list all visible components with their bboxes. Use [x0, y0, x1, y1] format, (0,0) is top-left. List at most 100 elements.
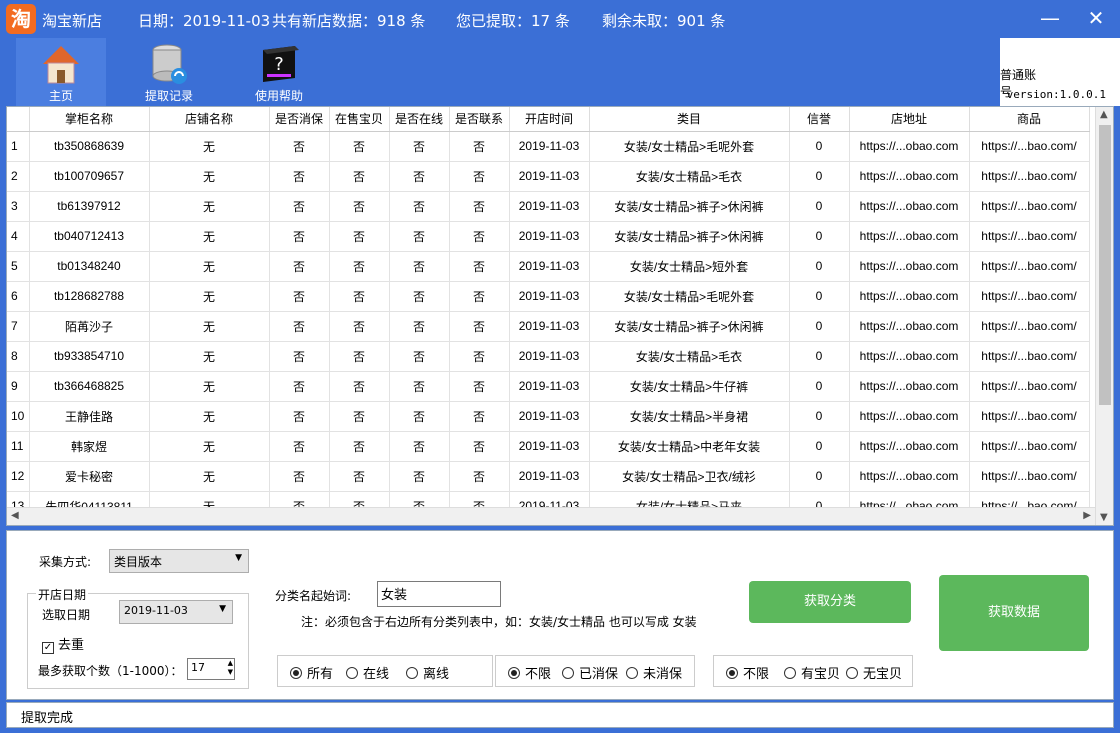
home-button[interactable]: 主页 [16, 38, 106, 106]
table-cell: 0 [789, 431, 850, 462]
radio-no-items[interactable]: 无宝贝 [846, 663, 902, 682]
table-cell: 0 [789, 281, 850, 312]
check-icon: ✓ [42, 642, 54, 654]
table-row[interactable]: 8 tb933854710 无否否否否 2019-11-03 女装/女士精品>毛衣 0 ht… [7, 341, 1090, 372]
radio-items-any[interactable]: 不限 [726, 663, 769, 682]
data-grid[interactable]: 掌柜名称 店铺名称 是否消保 在售宝贝 是否在线 是否联系 开店时间 类目 信誉 店地址 商品 1t… [6, 106, 1114, 526]
dedupe-checkbox[interactable]: ✓ 去重 [42, 634, 84, 654]
table-cell: 9 [7, 371, 30, 402]
radio-guaranteed[interactable]: 已消保 [562, 663, 618, 682]
vertical-scrollbar[interactable]: ▲ ▼ [1095, 107, 1113, 525]
table-row[interactable]: 1 tb350868639 无否否否否 2019-11-03 女装/女士精品>毛呢外套 0… [7, 131, 1090, 162]
table-cell: https://...bao.com/ [969, 191, 1090, 222]
table-cell: tb128682788 [29, 281, 150, 312]
home-label: 主页 [48, 89, 73, 103]
radio-selected-icon [508, 667, 520, 679]
radio-all[interactable]: 所有 [290, 663, 333, 682]
history-label: 提取记录 [144, 89, 193, 103]
date-picker[interactable]: 2019-11-03 ▼ [119, 600, 233, 624]
column-header[interactable]: 在售宝贝 [329, 107, 390, 132]
table-cell: 否 [269, 191, 330, 222]
scroll-left-icon[interactable]: ◀ [11, 510, 19, 521]
category-input[interactable]: 女装 [377, 581, 501, 607]
extracted-count: 您已提取：17 条 [456, 12, 570, 30]
table-cell: 否 [269, 371, 330, 402]
column-header[interactable]: 是否联系 [449, 107, 510, 132]
scroll-right-icon[interactable]: ▶ [1083, 510, 1091, 521]
scroll-down-icon[interactable]: ▼ [1100, 512, 1108, 523]
table-cell: tb61397912 [29, 191, 150, 222]
table-cell: tb040712413 [29, 221, 150, 252]
table-cell: 2019-11-03 [509, 221, 590, 252]
collect-method-select[interactable]: 类目版本 ▼ [109, 549, 249, 573]
close-button[interactable]: ✕ [1084, 6, 1108, 30]
column-header[interactable]: 店地址 [849, 107, 970, 132]
date-picker-value: 2019-11-03 [124, 604, 188, 617]
column-header[interactable]: 开店时间 [509, 107, 590, 132]
table-cell: https://...bao.com/ [969, 431, 1090, 462]
table-cell: 否 [329, 281, 390, 312]
get-data-button[interactable]: 获取数据 [939, 575, 1089, 651]
table-row[interactable]: 6 tb128682788 无否否否否 2019-11-03 女装/女士精品>毛呢外套 0… [7, 281, 1090, 312]
table-cell: 0 [789, 251, 850, 282]
table-cell: 0 [789, 221, 850, 252]
column-header[interactable]: 是否在线 [389, 107, 450, 132]
table-row[interactable]: 9 tb366468825 无否否否否 2019-11-03 女装/女士精品>牛仔裤 0 h… [7, 371, 1090, 402]
table-cell: 4 [7, 221, 30, 252]
column-header[interactable]: 商品 [969, 107, 1090, 132]
date-text: 日期：2019-11-03 [138, 12, 271, 30]
stepper-arrows-icon[interactable]: ▲ ▼ [228, 659, 233, 677]
table-cell: 0 [789, 401, 850, 432]
radio-online[interactable]: 在线 [346, 663, 389, 682]
category-label: 分类名起始词: [275, 589, 352, 603]
minimize-button[interactable]: — [1038, 6, 1062, 30]
table-cell: 女装/女士精品>半身裙 [589, 401, 790, 432]
column-header[interactable]: 信誉 [789, 107, 850, 132]
table-row[interactable]: 2 tb100709657 无否否否否 2019-11-03 女装/女士精品>毛衣 0 ht… [7, 161, 1090, 192]
get-category-button[interactable]: 获取分类 [749, 581, 911, 623]
table-cell: 否 [269, 221, 330, 252]
column-header[interactable]: 类目 [589, 107, 790, 132]
table-row[interactable]: 7 陌苒沙子无否否否否 2019-11-03 女装/女士精品>裤子>休闲裤 0 https… [7, 311, 1090, 342]
table-row[interactable]: 11 韩家煜无否否否否 2019-11-03 女装/女士精品>中老年女装 0 https:… [7, 431, 1090, 462]
history-button[interactable]: 提取记录 [124, 38, 214, 106]
table-cell: 否 [449, 341, 510, 372]
table-cell: https://...obao.com [849, 401, 970, 432]
dedupe-label: 去重 [58, 638, 85, 653]
radio-selected-icon [290, 667, 302, 679]
column-header[interactable]: 掌柜名称 [29, 107, 150, 132]
table-row[interactable]: 10 王静佳路无否否否否 2019-11-03 女装/女士精品>半身裙 0 https:/… [7, 401, 1090, 432]
table-cell: 否 [389, 131, 450, 162]
column-header[interactable]: 是否消保 [269, 107, 330, 132]
radio-guarantee-any-label: 不限 [525, 667, 552, 682]
table-cell: 韩家煜 [29, 431, 150, 462]
radio-icon [846, 667, 858, 679]
table-row[interactable]: 12 爱卡秘密无否否否否 2019-11-03 女装/女士精品>卫衣/绒衫 0 https… [7, 461, 1090, 492]
radio-offline[interactable]: 离线 [406, 663, 449, 682]
table-cell: https://...bao.com/ [969, 341, 1090, 372]
scroll-thumb[interactable] [1099, 125, 1111, 405]
max-count-stepper[interactable]: 17 ▲ ▼ [187, 658, 235, 680]
column-header[interactable] [7, 107, 30, 132]
table-cell: 0 [789, 461, 850, 492]
radio-guarantee-any[interactable]: 不限 [508, 663, 551, 682]
table-cell: 女装/女士精品>短外套 [589, 251, 790, 282]
table-row[interactable]: 4 tb040712413 无否否否否 2019-11-03 女装/女士精品>裤子>休闲… [7, 221, 1090, 252]
table-cell: 否 [329, 341, 390, 372]
radio-has-items[interactable]: 有宝贝 [784, 663, 840, 682]
table-cell: 爱卡秘密 [29, 461, 150, 492]
scroll-up-icon[interactable]: ▲ [1100, 109, 1108, 120]
table-row[interactable]: 5 tb01348240 无否否否否 2019-11-03 女装/女士精品>短外套 0 ht… [7, 251, 1090, 282]
table-cell: 2019-11-03 [509, 131, 590, 162]
help-button[interactable]: ? 使用帮助 [234, 38, 324, 106]
status-bar: 提取完成 [6, 702, 1114, 728]
table-cell: 12 [7, 461, 30, 492]
radio-guaranteed-label: 已消保 [579, 667, 619, 682]
column-header[interactable]: 店铺名称 [149, 107, 270, 132]
table-cell: 6 [7, 281, 30, 312]
radio-not-guaranteed[interactable]: 未消保 [626, 663, 682, 682]
table-row[interactable]: 3 tb61397912 无否否否否 2019-11-03 女装/女士精品>裤子>休闲裤… [7, 191, 1090, 222]
table-cell: 否 [449, 461, 510, 492]
table-cell: 否 [449, 371, 510, 402]
horizontal-scrollbar[interactable]: ◀ ▶ [7, 507, 1095, 525]
